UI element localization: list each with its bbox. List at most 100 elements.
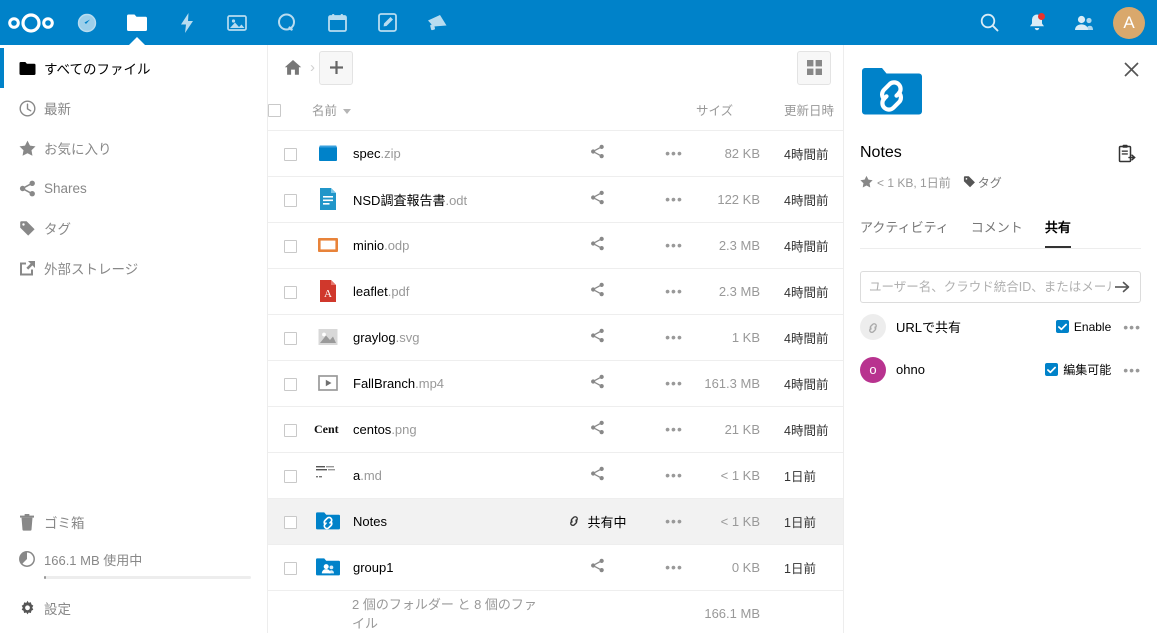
- grid-view-toggle[interactable]: [797, 50, 831, 85]
- row-menu-button[interactable]: •••: [665, 559, 683, 575]
- table-row[interactable]: FallBranch.mp4 ••• 161.3 MB 4時間前: [268, 360, 860, 407]
- name-header-label: 名前: [312, 104, 338, 119]
- file-controls: ›: [268, 45, 843, 90]
- app-icon-dashboard[interactable]: [62, 0, 112, 45]
- row-menu-button[interactable]: •••: [665, 375, 683, 391]
- home-icon[interactable]: [280, 55, 306, 81]
- arrow-right-icon[interactable]: [1112, 280, 1132, 294]
- row-menu-button[interactable]: •••: [665, 513, 683, 529]
- share-icon[interactable]: [590, 190, 605, 205]
- share-permission-toggle[interactable]: Enable: [1055, 319, 1112, 334]
- app-icon-notes[interactable]: [362, 0, 412, 45]
- share-icon[interactable]: [590, 374, 605, 389]
- row-checkbox[interactable]: [283, 469, 297, 483]
- share-permission-label: Enable: [1073, 319, 1112, 334]
- share-entry-link[interactable]: URLで共有 Enable •••: [860, 307, 1141, 346]
- size-column-header[interactable]: サイズ: [696, 90, 770, 131]
- share-icon[interactable]: [590, 466, 605, 481]
- share-entry-menu-button[interactable]: •••: [1123, 362, 1141, 378]
- share-entry-menu-button[interactable]: •••: [1123, 319, 1141, 335]
- row-checkbox[interactable]: [283, 239, 297, 253]
- table-row[interactable]: group1 ••• 0 KB 1日前: [268, 544, 860, 591]
- file-modified: 4時間前: [784, 285, 829, 300]
- file-size: 1 KB: [731, 329, 760, 345]
- name-column-header[interactable]: 名前: [312, 90, 542, 131]
- centos-thumbnail: Cent: [312, 413, 344, 445]
- row-menu-button[interactable]: •••: [665, 191, 683, 207]
- row-menu-button[interactable]: •••: [665, 329, 683, 345]
- row-checkbox[interactable]: [283, 285, 297, 299]
- sidebar-item-tags[interactable]: タグ: [0, 208, 267, 248]
- file-modified: 4時間前: [784, 377, 829, 392]
- file-size: 2.3 MB: [718, 283, 760, 299]
- app-icon-announcements[interactable]: [412, 0, 462, 45]
- row-checkbox[interactable]: [283, 331, 297, 345]
- row-menu-button[interactable]: •••: [665, 145, 683, 161]
- table-row[interactable]: Cent centos.png ••• 21 KB 4時間前: [268, 406, 860, 453]
- user-avatar[interactable]: A: [1113, 6, 1145, 39]
- table-row[interactable]: graylog.svg ••• 1 KB 4時間前: [268, 314, 860, 361]
- share-icon[interactable]: [590, 144, 605, 159]
- app-icon-activity[interactable]: [162, 0, 212, 45]
- details-tag-label[interactable]: タグ: [978, 174, 1002, 191]
- row-checkbox[interactable]: [283, 423, 297, 437]
- sidebar-item-favorites[interactable]: お気に入り: [0, 128, 267, 168]
- share-icon[interactable]: [590, 282, 605, 297]
- contacts-icon[interactable]: [1060, 0, 1107, 45]
- sidebar-item-shares[interactable]: Shares: [0, 168, 267, 208]
- top-header: A: [0, 0, 1157, 45]
- table-row[interactable]: minio.odp ••• 2.3 MB 4時間前: [268, 222, 860, 269]
- file-modified: 1日前: [784, 515, 816, 530]
- share-icon[interactable]: [590, 558, 605, 573]
- table-row[interactable]: NSD調査報告書.odt ••• 122 KB 4時間前: [268, 176, 860, 223]
- storage-quota[interactable]: 166.1 MB 使用中: [0, 542, 267, 588]
- select-all-checkbox[interactable]: [268, 103, 281, 117]
- close-icon[interactable]: [1117, 55, 1145, 83]
- share-icon[interactable]: [590, 420, 605, 435]
- share-entry-user[interactable]: o ohno 編集可能 •••: [860, 350, 1141, 389]
- share-permission-label: 編集可能: [1063, 363, 1112, 377]
- bell-icon[interactable]: [1013, 0, 1060, 45]
- file-list-area: › 名前 サイズ 更新日時 spec.zip ••• 82 KB 4時間前 NS…: [268, 45, 860, 633]
- table-row[interactable]: spec.zip ••• 82 KB 4時間前: [268, 130, 860, 177]
- summary-total-size: 166.1 MB: [696, 590, 770, 633]
- app-icon-calendar[interactable]: [312, 0, 362, 45]
- row-menu-button[interactable]: •••: [665, 467, 683, 483]
- row-checkbox[interactable]: [283, 377, 297, 391]
- row-checkbox[interactable]: [283, 147, 297, 161]
- row-checkbox[interactable]: [283, 515, 297, 529]
- svg-text:Cent: Cent: [314, 422, 339, 436]
- app-icon-search[interactable]: [262, 0, 312, 45]
- new-file-button[interactable]: [319, 50, 353, 85]
- star-icon[interactable]: [860, 175, 873, 191]
- share-permission-toggle[interactable]: 編集可能: [1045, 361, 1111, 378]
- move-copy-icon[interactable]: [1113, 139, 1141, 167]
- sidebar-item-recent[interactable]: 最新: [0, 88, 267, 128]
- sidebar-item-all-files[interactable]: すべてのファイル: [0, 48, 267, 88]
- share-icon[interactable]: [590, 328, 605, 343]
- archive-icon: [312, 137, 344, 169]
- shared-status-button[interactable]: 共有中: [567, 512, 627, 531]
- file-name: minio.odp: [353, 237, 410, 253]
- share-icon[interactable]: [590, 236, 605, 251]
- row-checkbox[interactable]: [283, 561, 297, 575]
- tab-sharing[interactable]: 共有: [1044, 217, 1071, 248]
- tab-comments[interactable]: コメント: [971, 217, 1023, 248]
- row-menu-button[interactable]: •••: [665, 421, 683, 437]
- pie-icon: [10, 542, 44, 567]
- sidebar-item-trash[interactable]: ゴミ箱: [0, 502, 267, 542]
- table-row[interactable]: A leaflet.pdf ••• 2.3 MB 4時間前: [268, 268, 860, 315]
- table-row[interactable]: a.md ••• < 1 KB 1日前: [268, 452, 860, 499]
- app-icon-photos[interactable]: [212, 0, 262, 45]
- row-checkbox[interactable]: [283, 193, 297, 207]
- share-input[interactable]: [869, 280, 1112, 294]
- row-menu-button[interactable]: •••: [665, 237, 683, 253]
- app-icon-files[interactable]: [112, 0, 162, 45]
- nextcloud-logo[interactable]: [0, 0, 62, 45]
- row-menu-button[interactable]: •••: [665, 283, 683, 299]
- sidebar-item-settings[interactable]: 設定: [0, 588, 267, 628]
- search-icon[interactable]: [966, 0, 1013, 45]
- table-row[interactable]: Notes 共有中 ••• < 1 KB 1日前: [268, 498, 860, 545]
- sidebar-item-external-storage[interactable]: 外部ストレージ: [0, 248, 267, 288]
- tab-activity[interactable]: アクティビティ: [860, 217, 949, 248]
